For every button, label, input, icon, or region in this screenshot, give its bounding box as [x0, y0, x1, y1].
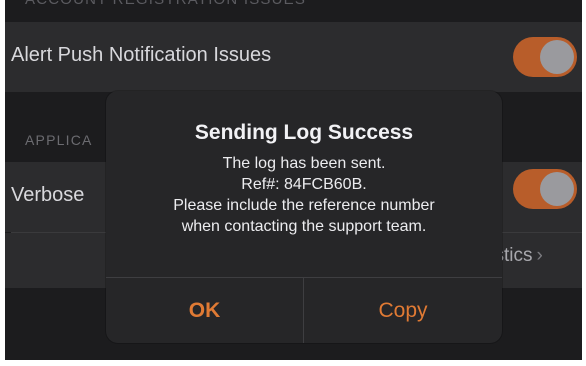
alert-push-notification-toggle[interactable] — [513, 37, 577, 77]
settings-screen: ACCOUNT REGISTRATION ISSUES Alert Push N… — [5, 0, 582, 360]
verbose-toggle[interactable] — [513, 169, 577, 209]
sending-log-success-dialog: Sending Log Success The log has been sen… — [106, 91, 502, 343]
alert-push-notification-row[interactable]: Alert Push Notification Issues — [5, 22, 582, 92]
toggle-knob — [540, 172, 574, 206]
ok-button[interactable]: OK — [106, 278, 303, 343]
section-header-application: APPLICA — [25, 132, 93, 148]
copy-button[interactable]: Copy — [304, 278, 502, 343]
dialog-title: Sending Log Success — [194, 121, 414, 144]
chevron-right-icon: › — [536, 245, 543, 266]
dialog-message-line: The log has been sent. — [222, 155, 386, 172]
dialog-message-line: Please include the reference number — [173, 197, 435, 214]
verbose-label: Verbose — [11, 184, 85, 206]
dialog-message-line: Ref#: 84FCB60B. — [241, 176, 367, 193]
dialog-message: The log has been sent. Ref#: 84FCB60B. P… — [106, 153, 502, 237]
toggle-knob — [540, 40, 574, 74]
dialog-message-line: when contacting the support team. — [181, 218, 427, 235]
section-header-account-registration: ACCOUNT REGISTRATION ISSUES — [25, 0, 306, 8]
alert-push-notification-label: Alert Push Notification Issues — [11, 44, 272, 66]
